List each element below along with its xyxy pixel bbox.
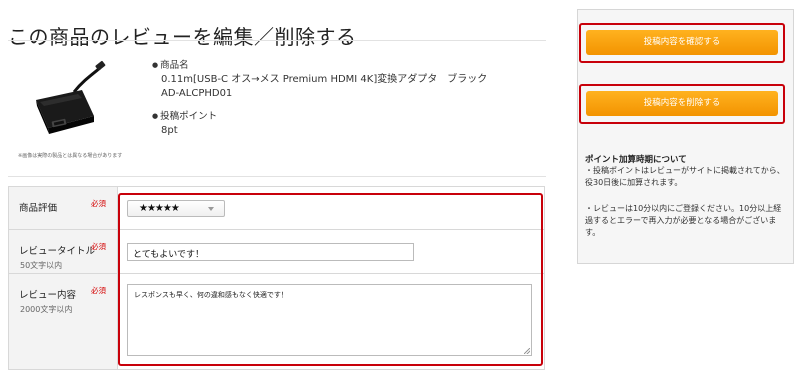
confirm-highlight-box [579,23,785,63]
form-highlight-box [118,193,543,366]
body-limit: 2000文字以内 [20,305,73,314]
rating-label: 商品評価 [19,203,58,214]
product-image [36,60,106,134]
points-value: 8pt [161,125,178,136]
page-title: この商品のレビューを編集／削除する [8,25,357,50]
points-label: 投稿ポイント [152,109,511,124]
required-badge: 必須 [91,286,106,295]
body-label-cell: レビュー内容 必須 2000文字以内 [9,274,118,369]
title-label: レビュータイトル [19,246,96,257]
required-badge: 必須 [91,242,106,251]
product-name-block: 商品名 0.11m[USB-C オス→メス Premium HDMI 4K]変換… [152,58,511,101]
notice-text-1: ・投稿ポイントはレビューがサイトに掲載されてから、役30日後に加算されます。 [585,166,785,187]
rating-label-cell: 商品評価 必須 [9,187,118,229]
product-name-label: 商品名 [152,58,511,73]
notice-text-2: ・レビューは10分以内にご登録ください。10分以上経過するとエラーで再入力が必要… [585,204,782,237]
required-badge: 必須 [91,199,106,208]
image-note: ※画像は実際の製品とは異なる場合があります [18,153,123,159]
notice-title: ポイント加算時期について [585,155,687,165]
product-name-value: 0.11m[USB-C オス→メス Premium HDMI 4K]変換アダプタ… [161,74,498,99]
section-divider [8,176,546,177]
title-divider [8,40,546,41]
body-label: レビュー内容 [19,290,77,301]
delete-highlight-box [579,84,785,124]
points-block: 投稿ポイント 8pt [152,109,511,138]
title-label-cell: レビュータイトル 必須 50文字以内 [9,230,118,273]
title-limit: 50文字以内 [20,261,63,270]
